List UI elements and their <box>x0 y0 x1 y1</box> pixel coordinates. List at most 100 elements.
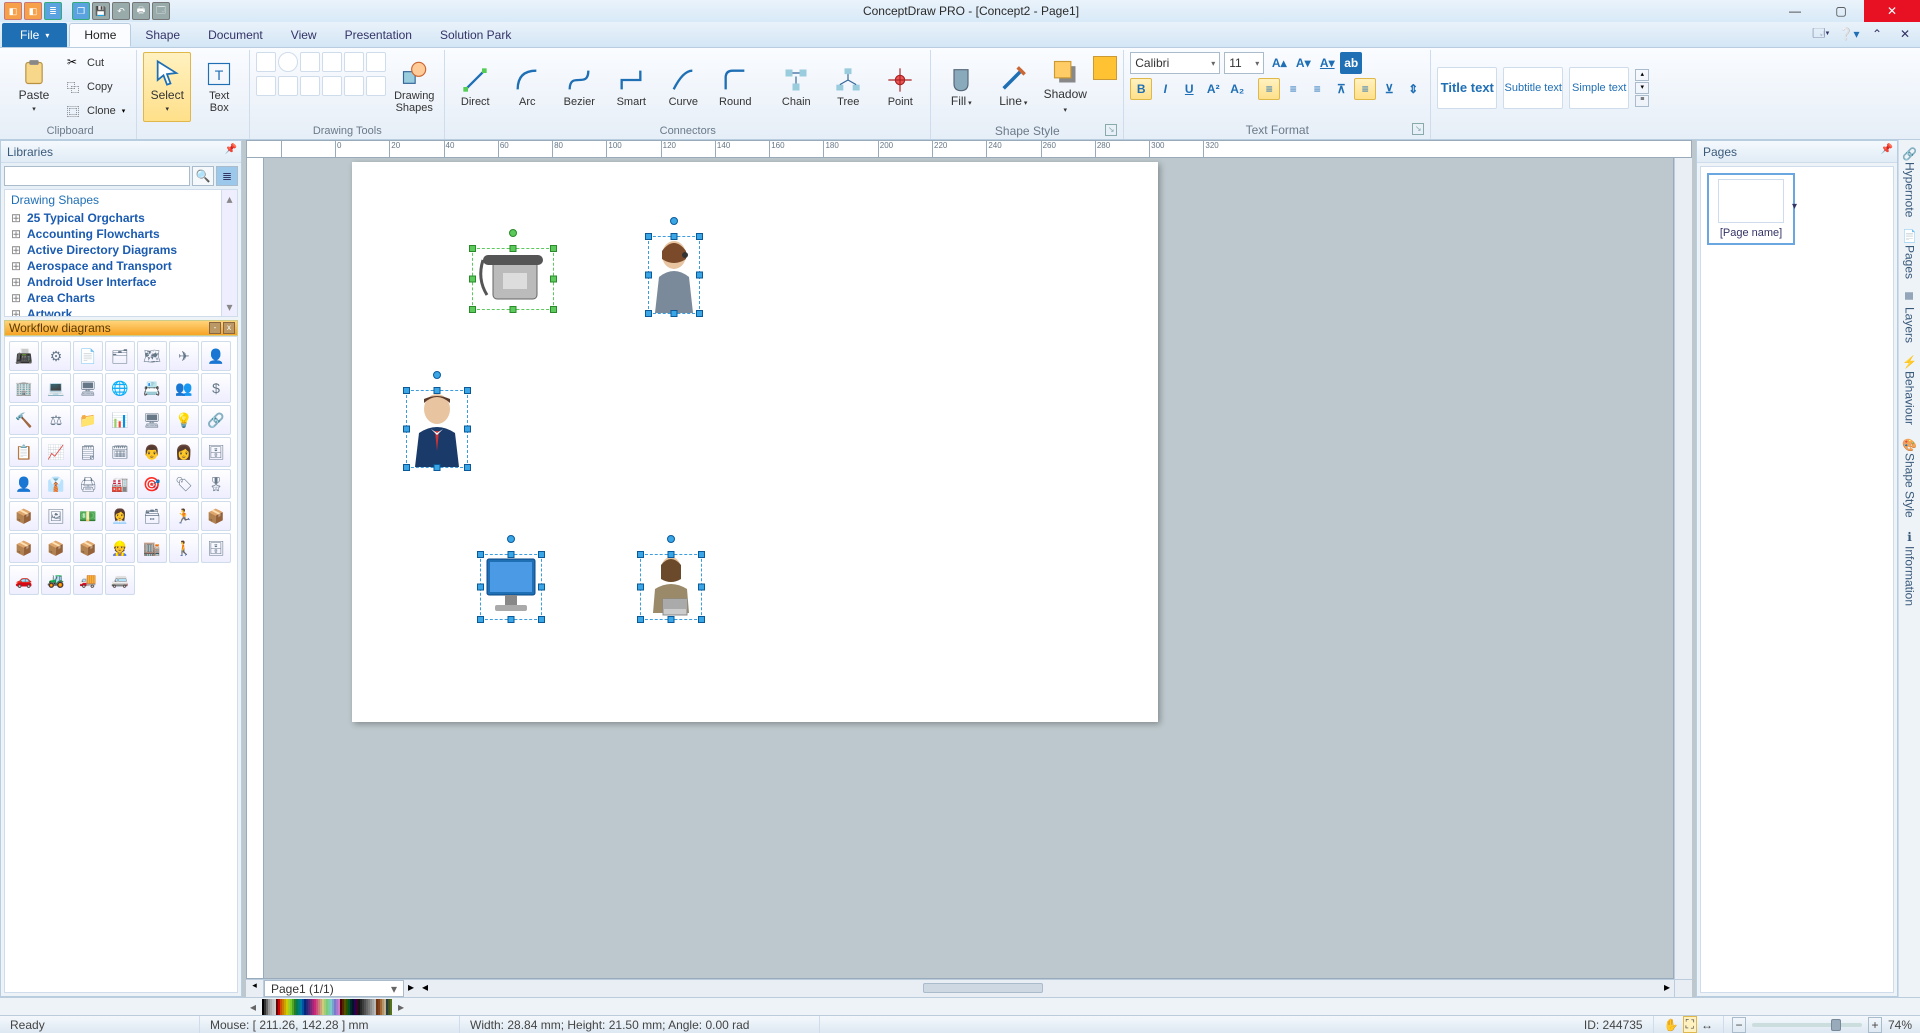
stencil-item[interactable]: 🗺 <box>137 341 167 371</box>
stencil-item[interactable]: 🗄 <box>201 533 231 563</box>
stencil-item[interactable]: 🚗 <box>9 565 39 595</box>
subscript-button[interactable]: A₂ <box>1226 78 1248 100</box>
qat-btn-1[interactable]: ◧ <box>4 2 22 20</box>
shape-freeform[interactable] <box>366 52 386 72</box>
fit-page-icon[interactable]: ⛶ <box>1683 1016 1697 1033</box>
close-button[interactable]: ✕ <box>1864 0 1920 22</box>
tab-shape[interactable]: Shape <box>131 23 194 47</box>
textbox-button[interactable]: T Text Box <box>195 52 243 122</box>
sidetab-behaviour[interactable]: ⚡Behaviour <box>1903 355 1917 425</box>
qat-undo-icon[interactable]: ↶ <box>112 2 130 20</box>
library-search-input[interactable] <box>4 166 190 186</box>
underline-button[interactable]: U <box>1178 78 1200 100</box>
tree-node-orgcharts[interactable]: 25 Typical Orgcharts <box>5 210 237 226</box>
sidetab-hypernote[interactable]: 🔗Hypernote <box>1903 146 1917 217</box>
stencil-item[interactable]: 📄 <box>73 341 103 371</box>
stencil-item[interactable]: 🗂 <box>105 341 135 371</box>
stencil-close-icon[interactable]: x <box>223 322 235 334</box>
drawing-page[interactable] <box>352 162 1158 722</box>
palette-next[interactable]: ▸ <box>398 1000 404 1014</box>
shape-curve[interactable] <box>344 52 364 72</box>
stencil-item[interactable]: 🖥 <box>137 405 167 435</box>
clone-button[interactable]: ⿴Clone▾ <box>62 100 130 122</box>
palette-prev[interactable]: ◂ <box>250 1000 256 1014</box>
shadow-button[interactable]: Shadow ▾ <box>1041 52 1089 122</box>
tab-home[interactable]: Home <box>69 23 131 47</box>
stencil-item[interactable]: 🖨 <box>73 469 103 499</box>
stencil-item[interactable]: 🎖 <box>201 469 231 499</box>
stencil-item[interactable]: 📦 <box>201 501 231 531</box>
shape-7[interactable] <box>256 76 276 96</box>
stencil-item[interactable]: 🌐 <box>105 373 135 403</box>
tab-solution-park[interactable]: Solution Park <box>426 23 525 47</box>
sidetab-pages[interactable]: 📄Pages <box>1903 229 1917 279</box>
stencil-header[interactable]: Workflow diagrams -x <box>4 320 238 336</box>
stencil-item[interactable]: 📊 <box>105 405 135 435</box>
shape-telephone[interactable] <box>472 248 554 310</box>
tree-node-accounting[interactable]: Accounting Flowcharts <box>5 226 237 242</box>
paste-button[interactable]: Paste▾ <box>10 52 58 122</box>
stencil-item[interactable]: 📦 <box>9 501 39 531</box>
stencil-item[interactable]: 👨 <box>137 437 167 467</box>
maximize-button[interactable]: ▢ <box>1818 0 1864 22</box>
stencil-item[interactable]: 🔨 <box>9 405 39 435</box>
qat-preview-icon[interactable]: 🗔 <box>152 2 170 20</box>
italic-button[interactable]: I <box>1154 78 1176 100</box>
stencil-item[interactable]: 🚶 <box>169 533 199 563</box>
stencil-item[interactable]: 👩‍💼 <box>105 501 135 531</box>
shape-rect[interactable] <box>256 52 276 72</box>
connector-smart[interactable]: Smart <box>607 52 655 122</box>
style-subtitle[interactable]: Subtitle text <box>1503 67 1563 109</box>
list-view-button[interactable]: ≣ <box>216 166 238 186</box>
page-nav-next[interactable]: ▸ <box>404 980 418 997</box>
color-swatch[interactable] <box>1093 56 1117 80</box>
stencil-item[interactable]: 🗓 <box>105 437 135 467</box>
tab-presentation[interactable]: Presentation <box>331 23 426 47</box>
stencil-item[interactable]: 👥 <box>169 373 199 403</box>
grow-font-button[interactable]: A▴ <box>1268 52 1290 74</box>
tree-node-android[interactable]: Android User Interface <box>5 274 237 290</box>
hscroll-right[interactable]: ▸ <box>1660 980 1674 997</box>
stencil-item[interactable]: 🚐 <box>105 565 135 595</box>
stencil-item[interactable]: 🏬 <box>137 533 167 563</box>
size-combo[interactable]: 11▾ <box>1224 52 1264 74</box>
stencil-item[interactable]: 🎯 <box>137 469 167 499</box>
align-top-button[interactable]: ⊼ <box>1330 78 1352 100</box>
connector-point[interactable]: Point <box>876 52 924 122</box>
viewport[interactable] <box>264 158 1674 979</box>
shape-worker-laptop[interactable] <box>640 554 702 620</box>
file-tab[interactable]: File▾ <box>2 23 67 47</box>
stencil-item[interactable]: 👔 <box>41 469 71 499</box>
shape-10[interactable] <box>322 76 342 96</box>
page-tab[interactable]: Page1 (1/1)▾ <box>264 980 404 997</box>
tree-scrollbar[interactable]: ▴▾ <box>221 190 237 316</box>
stencil-item[interactable]: 👤 <box>201 341 231 371</box>
shape-poly[interactable] <box>322 52 342 72</box>
stencil-item[interactable]: ⚙ <box>41 341 71 371</box>
stencil-item[interactable]: ⚖ <box>41 405 71 435</box>
align-center-button[interactable]: ≡ <box>1282 78 1304 100</box>
style-title[interactable]: Title text <box>1437 67 1497 109</box>
qat-new-icon[interactable]: ❐ <box>72 2 90 20</box>
app-icon[interactable]: 🗔▾ <box>1812 25 1830 43</box>
sidetab-shape-style[interactable]: 🎨Shape Style <box>1903 437 1917 518</box>
style-simple[interactable]: Simple text <box>1569 67 1629 109</box>
fill-button[interactable]: Fill ▾ <box>937 52 985 122</box>
stencil-item[interactable]: 🏭 <box>105 469 135 499</box>
sidetab-layers[interactable]: ≣Layers <box>1903 291 1917 343</box>
shape-11[interactable] <box>344 76 364 96</box>
copy-button[interactable]: ⿻Copy <box>62 76 130 98</box>
tree-node-aerospace[interactable]: Aerospace and Transport <box>5 258 237 274</box>
qat-btn-3[interactable]: ≣ <box>44 2 62 20</box>
select-tool-button[interactable]: Select▾ <box>143 52 191 122</box>
sidetab-information[interactable]: ℹInformation <box>1903 530 1917 606</box>
stencil-item[interactable]: 📁 <box>73 405 103 435</box>
bold-button[interactable]: B <box>1130 78 1152 100</box>
qat-print-icon[interactable]: 🖶 <box>132 2 150 20</box>
stencil-item[interactable]: 📈 <box>41 437 71 467</box>
vertical-scrollbar[interactable] <box>1674 158 1692 979</box>
stencil-item[interactable]: 💡 <box>169 405 199 435</box>
stencil-item[interactable]: 🗒 <box>73 437 103 467</box>
shape-9[interactable] <box>300 76 320 96</box>
page-nav-prev[interactable]: ◂ <box>246 980 264 997</box>
